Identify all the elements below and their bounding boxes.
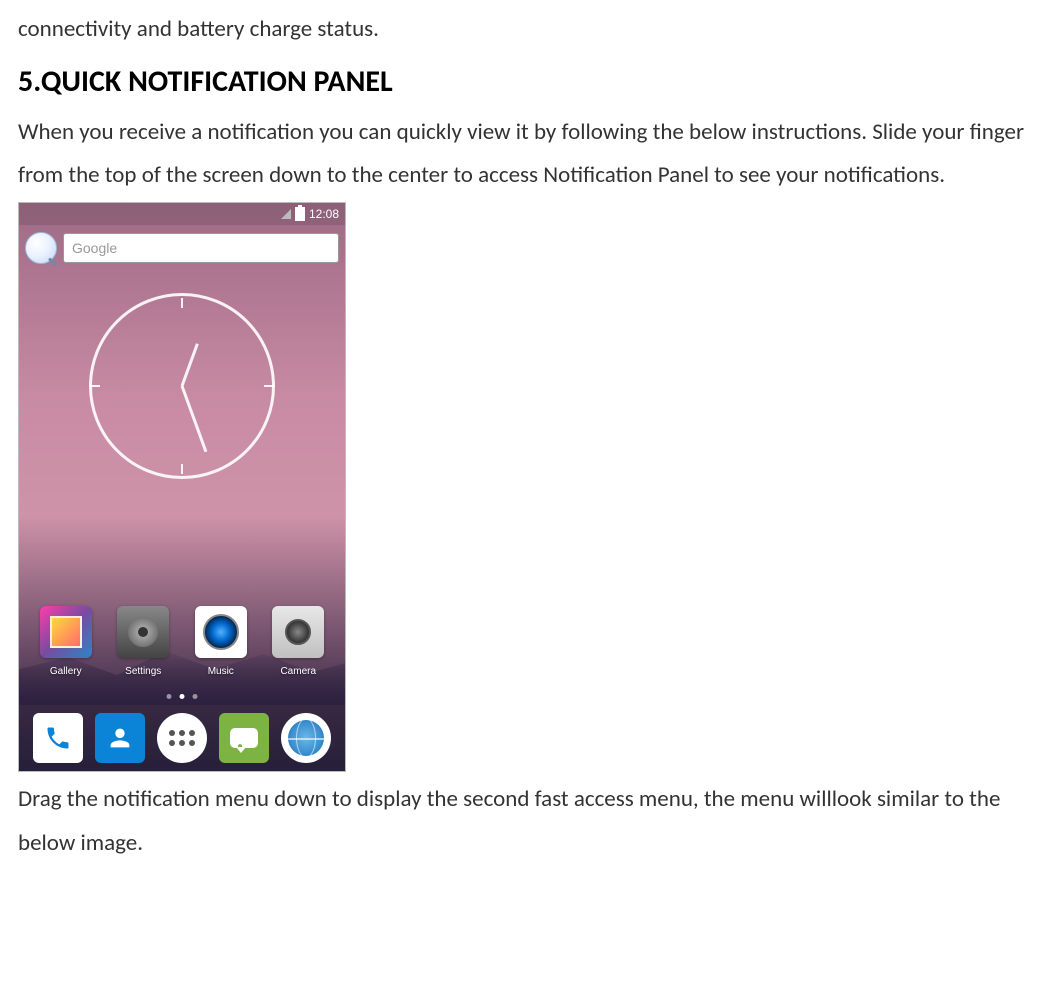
app-gallery[interactable]: Gallery	[31, 606, 101, 681]
app-music[interactable]: Music	[186, 606, 256, 681]
person-icon	[106, 724, 134, 752]
clock-minute-hand	[181, 386, 208, 453]
clock-tick	[181, 298, 183, 308]
gallery-icon	[40, 606, 92, 658]
app-camera[interactable]: Camera	[263, 606, 333, 681]
contacts-app-icon[interactable]	[95, 713, 145, 763]
instruction-paragraph-1: When you receive a notification you can …	[18, 111, 1044, 198]
status-bar: 12:08	[19, 203, 345, 225]
grid-icon	[169, 730, 195, 746]
clock-widget[interactable]	[89, 293, 275, 479]
search-input[interactable]: Google	[63, 233, 339, 263]
dot-icon	[180, 694, 185, 699]
apps-drawer-icon[interactable]	[157, 713, 207, 763]
phone-icon	[44, 724, 72, 752]
phone-app-icon[interactable]	[33, 713, 83, 763]
status-time: 12:08	[309, 203, 339, 226]
app-label: Gallery	[50, 662, 82, 681]
globe-icon	[288, 720, 324, 756]
dot-icon	[167, 694, 172, 699]
lens-icon	[285, 619, 311, 645]
app-label: Settings	[125, 662, 161, 681]
clock-tick	[90, 385, 100, 387]
app-label: Camera	[280, 662, 316, 681]
search-icon[interactable]	[25, 232, 57, 264]
phone-screenshot: 12:08 Google Gallery Settings Music Came…	[18, 202, 346, 772]
section-heading: 5.QUICK NOTIFICATION PANEL	[18, 62, 1044, 101]
search-row: Google	[25, 231, 339, 265]
instruction-paragraph-2: Drag the notification menu down to displ…	[18, 778, 1044, 865]
dot-icon	[193, 694, 198, 699]
speaker-icon	[203, 614, 239, 650]
clock-tick	[181, 464, 183, 474]
gear-icon	[128, 617, 158, 647]
chat-bubble-icon: • •	[230, 728, 258, 748]
settings-icon	[117, 606, 169, 658]
music-icon	[195, 606, 247, 658]
clock-hour-hand	[181, 343, 199, 386]
signal-icon	[281, 209, 291, 219]
intro-fragment: connectivity and battery charge status.	[18, 8, 1044, 52]
clock-tick	[264, 385, 274, 387]
pager-dots	[167, 694, 198, 699]
dock: • •	[19, 705, 345, 771]
browser-app-icon[interactable]	[281, 713, 331, 763]
app-shortcut-row: Gallery Settings Music Camera	[19, 606, 345, 681]
messages-app-icon[interactable]: • •	[219, 713, 269, 763]
app-settings[interactable]: Settings	[108, 606, 178, 681]
app-label: Music	[208, 662, 234, 681]
camera-icon	[272, 606, 324, 658]
battery-icon	[295, 207, 305, 221]
